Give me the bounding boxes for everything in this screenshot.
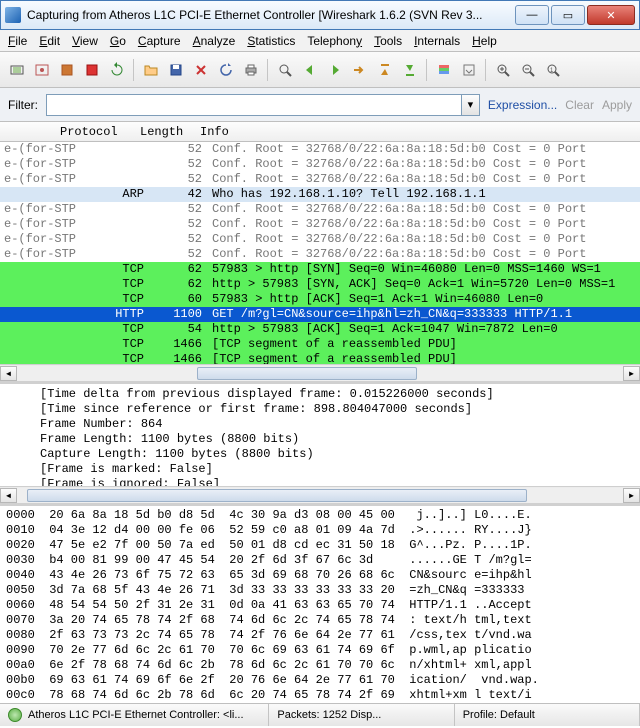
packet-hscroll[interactable]: ◂ ▸ [0, 364, 640, 381]
go-last-icon[interactable] [399, 59, 421, 81]
go-back-icon[interactable] [299, 59, 321, 81]
menu-help[interactable]: Help [472, 34, 497, 48]
table-row[interactable]: e-(for-STP52Conf. Root = 32768/0/22:6a:8… [0, 202, 640, 217]
table-row[interactable]: e-(for-STP52Conf. Root = 32768/0/22:6a:8… [0, 142, 640, 157]
table-row[interactable]: ARP42Who has 192.168.1.10? Tell 192.168.… [0, 187, 640, 202]
table-row[interactable]: TCP62http > 57983 [SYN, ACK] Seq=0 Ack=1… [0, 277, 640, 292]
table-row[interactable]: TCP1466[TCP segment of a reassembled PDU… [0, 352, 640, 364]
scroll-left-icon[interactable]: ◂ [0, 488, 17, 503]
scroll-right-icon[interactable]: ▸ [623, 488, 640, 503]
detail-line[interactable]: [Frame is ignored: False] [40, 477, 624, 486]
column-protocol[interactable]: Protocol [60, 125, 140, 139]
column-info[interactable]: Info [200, 125, 640, 139]
packet-list-pane: Protocol Length Info e-(for-STP52Conf. R… [0, 122, 640, 384]
menu-capture[interactable]: Capture [138, 34, 181, 48]
save-file-icon[interactable] [165, 59, 187, 81]
column-length[interactable]: Length [140, 125, 200, 139]
detail-line[interactable]: [Frame is marked: False] [40, 462, 624, 477]
app-icon [5, 7, 21, 23]
filter-input[interactable] [46, 94, 462, 116]
menu-edit[interactable]: Edit [39, 34, 60, 48]
scroll-thumb[interactable] [27, 489, 527, 502]
menu-internals[interactable]: Internals [414, 34, 460, 48]
options-icon[interactable] [31, 59, 53, 81]
menu-view[interactable]: View [72, 34, 98, 48]
zoom-in-icon[interactable] [492, 59, 514, 81]
detail-line[interactable]: Capture Length: 1100 bytes (8800 bits) [40, 447, 624, 462]
status-bar: Atheros L1C PCI-E Ethernet Controller: <… [0, 703, 640, 726]
close-button[interactable]: ✕ [587, 5, 635, 25]
packet-bytes-pane[interactable]: 0000 20 6a 8a 18 5d b0 d8 5d 4c 30 9a d3… [0, 506, 640, 703]
packet-details-pane: [Time delta from previous displayed fram… [0, 384, 640, 506]
table-row[interactable]: TCP6057983 > http [ACK] Seq=1 Ack=1 Win=… [0, 292, 640, 307]
menu-telephony[interactable]: Telephony [307, 34, 362, 48]
detail-line[interactable]: Frame Number: 864 [40, 417, 624, 432]
menu-bar: FFileile Edit View Go Capture Analyze St… [0, 30, 640, 52]
status-profile: Profile: Default [463, 709, 535, 721]
table-row[interactable]: e-(for-STP52Conf. Root = 32768/0/22:6a:8… [0, 172, 640, 187]
table-row[interactable]: e-(for-STP52Conf. Root = 32768/0/22:6a:8… [0, 247, 640, 262]
filter-expression-link[interactable]: Expression... [488, 98, 557, 112]
find-icon[interactable] [274, 59, 296, 81]
window-title: Capturing from Atheros L1C PCI-E Etherne… [27, 8, 515, 22]
autoscroll-icon[interactable] [458, 59, 480, 81]
go-to-icon[interactable] [349, 59, 371, 81]
scroll-right-icon[interactable]: ▸ [623, 366, 640, 381]
table-row[interactable]: TCP1466[TCP segment of a reassembled PDU… [0, 337, 640, 352]
menu-go[interactable]: Go [110, 34, 126, 48]
zoom-normal-icon[interactable]: 1 [542, 59, 564, 81]
status-interface: Atheros L1C PCI-E Ethernet Controller: <… [28, 709, 244, 721]
menu-analyze[interactable]: Analyze [193, 34, 236, 48]
packet-list-header: Protocol Length Info [0, 122, 640, 142]
restart-capture-icon[interactable] [106, 59, 128, 81]
menu-tools[interactable]: Tools [374, 34, 402, 48]
menu-file[interactable]: FFileile [8, 34, 27, 48]
close-file-icon[interactable] [190, 59, 212, 81]
stop-capture-icon[interactable] [81, 59, 103, 81]
table-row[interactable]: e-(for-STP52Conf. Root = 32768/0/22:6a:8… [0, 217, 640, 232]
filter-bar: Filter: ▾ Expression... Clear Apply [0, 88, 640, 122]
minimize-button[interactable]: — [515, 5, 549, 25]
detail-line[interactable]: [Time delta from previous displayed fram… [40, 387, 624, 402]
filter-apply-link[interactable]: Apply [602, 98, 632, 112]
detail-line[interactable]: Frame Length: 1100 bytes (8800 bits) [40, 432, 624, 447]
status-packets: Packets: 1252 Disp... [277, 709, 381, 721]
title-bar: Capturing from Atheros L1C PCI-E Etherne… [0, 0, 640, 30]
menu-statistics[interactable]: Statistics [247, 34, 295, 48]
colorize-icon[interactable] [433, 59, 455, 81]
main-toolbar: 1 [0, 52, 640, 88]
reload-icon[interactable] [215, 59, 237, 81]
details-hscroll[interactable]: ◂ ▸ [0, 486, 640, 503]
go-forward-icon[interactable] [324, 59, 346, 81]
scroll-thumb[interactable] [197, 367, 417, 380]
print-icon[interactable] [240, 59, 262, 81]
filter-label: Filter: [8, 98, 38, 112]
packet-list[interactable]: e-(for-STP52Conf. Root = 32768/0/22:6a:8… [0, 142, 640, 364]
table-row[interactable]: TCP6257983 > http [SYN] Seq=0 Win=46080 … [0, 262, 640, 277]
scroll-left-icon[interactable]: ◂ [0, 366, 17, 381]
filter-dropdown-button[interactable]: ▾ [462, 94, 480, 116]
packet-details-list[interactable]: [Time delta from previous displayed fram… [0, 384, 640, 486]
capture-status-icon [8, 708, 22, 722]
table-row[interactable]: HTTP1100GET /m?gl=CN&source=ihp&hl=zh_CN… [0, 307, 640, 322]
go-first-icon[interactable] [374, 59, 396, 81]
zoom-out-icon[interactable] [517, 59, 539, 81]
start-capture-icon[interactable] [56, 59, 78, 81]
interfaces-icon[interactable] [6, 59, 28, 81]
detail-line[interactable]: [Time since reference or first frame: 89… [40, 402, 624, 417]
open-file-icon[interactable] [140, 59, 162, 81]
maximize-button[interactable]: ▭ [551, 5, 585, 25]
table-row[interactable]: e-(for-STP52Conf. Root = 32768/0/22:6a:8… [0, 157, 640, 172]
table-row[interactable]: TCP54http > 57983 [ACK] Seq=1 Ack=1047 W… [0, 322, 640, 337]
table-row[interactable]: e-(for-STP52Conf. Root = 32768/0/22:6a:8… [0, 232, 640, 247]
filter-clear-link[interactable]: Clear [565, 98, 594, 112]
